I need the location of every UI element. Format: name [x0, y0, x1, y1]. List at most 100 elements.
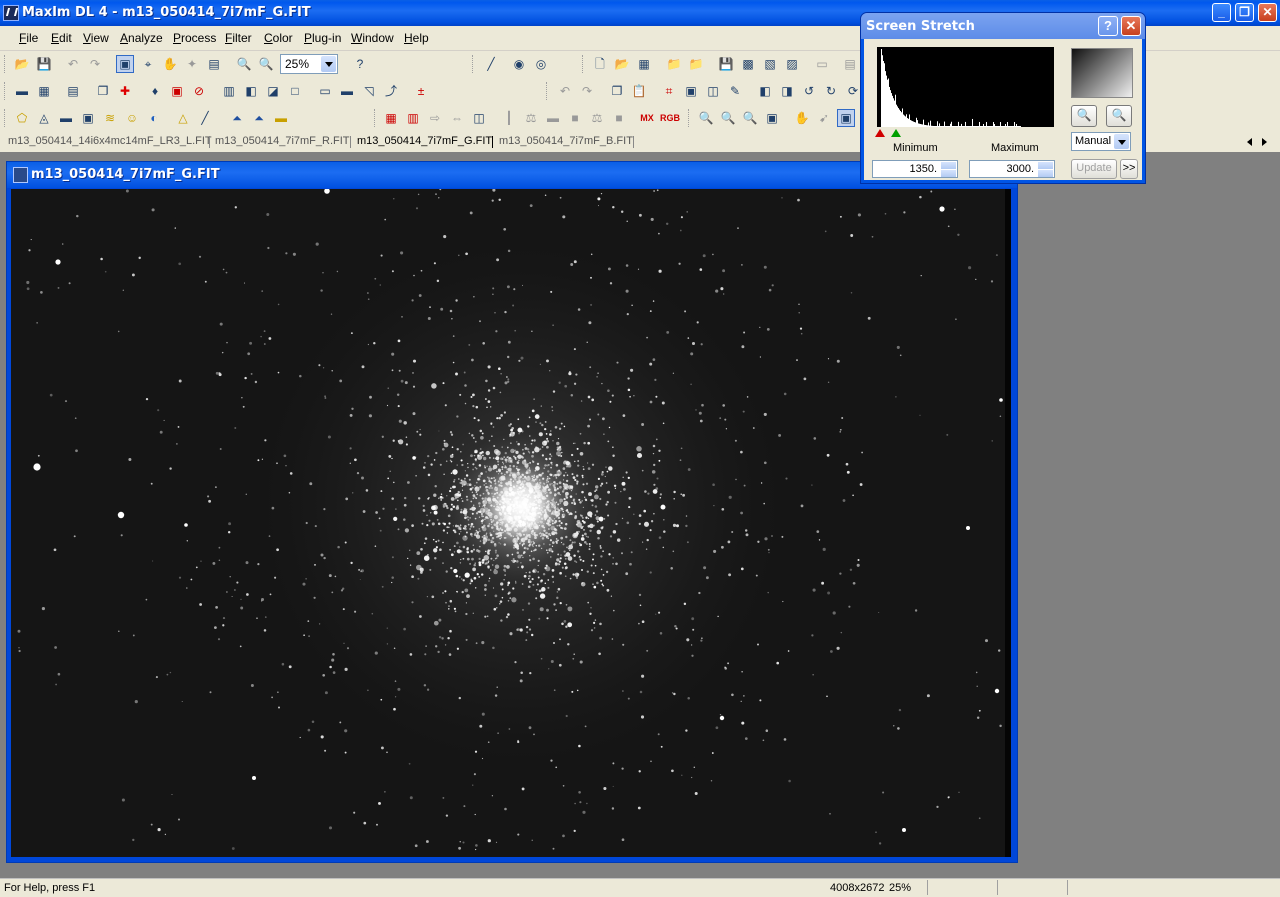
no-entry-icon[interactable]: ⊘ — [190, 82, 208, 100]
screen-stretch-icon[interactable]: ▣ — [116, 55, 134, 73]
open-recent-icon[interactable]: 📁 — [665, 55, 683, 73]
triangle-tool-icon[interactable]: △ — [174, 109, 192, 127]
block-alt-icon[interactable]: ■ — [610, 109, 628, 127]
zoom-icon[interactable]: 🔍 — [697, 109, 715, 127]
open-batch-icon[interactable]: 📁 — [687, 55, 705, 73]
wand-icon[interactable]: ╱ — [482, 55, 500, 73]
globe-icon[interactable]: ◐ — [145, 109, 163, 127]
tape-icon[interactable]: ▬ — [57, 109, 75, 127]
redo-alt-icon[interactable]: ↷ — [578, 82, 596, 100]
screen-stretch-dialog[interactable]: Screen Stretch ? ✕ 🔍 🔍 Minimum Maximum 1… — [860, 12, 1146, 184]
app-logo-icon[interactable] — [3, 5, 19, 21]
context-help-icon[interactable]: ? — [351, 55, 369, 73]
export-icon[interactable]: ▨ — [783, 55, 801, 73]
toolbar-grip[interactable] — [582, 55, 586, 73]
copy-icon[interactable]: ❐ — [608, 82, 626, 100]
menu-filter[interactable]: Filter — [225, 31, 252, 45]
mx-button[interactable]: MX — [636, 109, 658, 127]
histogram-zoom-out-button[interactable]: 🔍 — [1106, 105, 1132, 127]
curve-icon[interactable]: ◹ — [360, 82, 378, 100]
zoom-minus-icon[interactable]: 🔍 — [741, 109, 759, 127]
scale-icon[interactable]: ⚖ — [588, 109, 606, 127]
split-icon[interactable]: ◫ — [470, 109, 488, 127]
brush-icon[interactable]: ♦ — [146, 82, 164, 100]
menu-help[interactable]: Help — [404, 31, 429, 45]
arrow-right-box-icon[interactable]: ⇨ — [426, 109, 444, 127]
plus-minus-icon[interactable]: ± — [412, 82, 430, 100]
flip-vertical-icon[interactable]: ◨ — [778, 82, 796, 100]
half-circle-icon[interactable]: ◬ — [35, 109, 53, 127]
open-file-icon[interactable]: 📂 — [613, 55, 631, 73]
ruler-icon[interactable]: ▬ — [13, 82, 31, 100]
toolbar-grip[interactable] — [374, 109, 378, 127]
open-folder-icon[interactable]: 📂 — [13, 55, 31, 73]
chevron-down-icon[interactable] — [321, 56, 336, 72]
stack-icon[interactable]: ≋ — [101, 109, 119, 127]
crosshair-icon[interactable]: ⌖ — [139, 55, 157, 73]
maximum-spinner[interactable]: 3000. — [969, 160, 1055, 178]
screen-stretch-title-bar[interactable]: Screen Stretch ? ✕ — [861, 13, 1145, 39]
chevron-down-icon[interactable] — [1114, 134, 1129, 149]
histogram-display[interactable] — [877, 47, 1054, 127]
pen-icon[interactable]: ╱ — [196, 109, 214, 127]
layers-icon[interactable]: ◧ — [242, 82, 260, 100]
paste-icon[interactable]: 📋 — [630, 82, 648, 100]
target-box-icon[interactable]: ▣ — [168, 82, 186, 100]
new-file-icon[interactable]: 🗋 — [591, 55, 609, 73]
toolbar-grip[interactable] — [546, 82, 550, 100]
spin-down-icon[interactable] — [1038, 170, 1053, 177]
undo-icon[interactable]: ↶ — [64, 55, 82, 73]
balance-icon[interactable]: ⚖ — [522, 109, 540, 127]
arrow-both-box-icon[interactable]: ⇔ — [448, 109, 466, 127]
copy-doc-icon[interactable]: ❐ — [94, 82, 112, 100]
resize-icon[interactable]: ◫ — [704, 82, 722, 100]
report-icon[interactable]: ▤ — [64, 82, 82, 100]
toolbar-grip[interactable] — [4, 109, 8, 127]
hand-icon[interactable]: ✋ — [793, 109, 811, 127]
redo-icon[interactable]: ↷ — [86, 55, 104, 73]
fit-window-icon[interactable]: ▣ — [763, 109, 781, 127]
print-preview-icon[interactable]: ▭ — [813, 55, 831, 73]
add-cross-icon[interactable]: ✚ — [116, 82, 134, 100]
menu-analyze[interactable]: Analyze — [120, 31, 163, 45]
tab-scroll-left-icon[interactable] — [1247, 138, 1252, 146]
telescope-icon[interactable]: ◎ — [532, 55, 550, 73]
level-icon[interactable]: ▬ — [272, 109, 290, 127]
zoom-plus-icon[interactable]: 🔍 — [719, 109, 737, 127]
undo-alt-icon[interactable]: ↶ — [556, 82, 574, 100]
ramp-icon[interactable]: ⏶ — [228, 109, 246, 127]
tool-icon[interactable]: ✦ — [183, 55, 201, 73]
menu-plugin[interactable]: Plug-in — [304, 31, 341, 45]
dialog-close-button[interactable]: ✕ — [1121, 16, 1141, 36]
minimum-marker-icon[interactable] — [875, 129, 885, 137]
edit-doc-icon[interactable]: ✎ — [726, 82, 744, 100]
expand-button[interactable]: >> — [1120, 159, 1138, 179]
align-icon[interactable]: ◪ — [264, 82, 282, 100]
bin-icon[interactable]: ▣ — [682, 82, 700, 100]
flip-horizontal-icon[interactable]: ◧ — [756, 82, 774, 100]
spin-up-icon[interactable] — [1038, 162, 1053, 169]
update-button[interactable]: Update — [1071, 159, 1117, 179]
stretch-mode-select[interactable]: Manual — [1071, 132, 1131, 151]
zoom-in-icon[interactable]: 🔍 — [235, 55, 253, 73]
tab-g[interactable]: m13_050414_7i7mF_G.FIT — [357, 135, 492, 147]
image-document-icon[interactable] — [13, 167, 28, 183]
browse-icon[interactable]: ▦ — [635, 55, 653, 73]
toolbar-grip[interactable] — [688, 109, 692, 127]
toolbar-grip[interactable] — [472, 55, 476, 73]
crop-icon[interactable]: ⌗ — [660, 82, 678, 100]
menu-view[interactable]: View — [83, 31, 109, 45]
square-select-icon[interactable]: □ — [286, 82, 304, 100]
menu-process[interactable]: Process — [173, 31, 216, 45]
bar-chart-icon[interactable]: ▥ — [220, 82, 238, 100]
toolbar-grip[interactable] — [4, 55, 8, 73]
menu-window[interactable]: Window — [351, 31, 394, 45]
menu-file[interactable]: File — [19, 31, 38, 45]
rectangle-icon[interactable]: ▭ — [316, 82, 334, 100]
color-grid-icon[interactable]: ▦ — [382, 109, 400, 127]
star-icon[interactable]: ⬠ — [13, 109, 31, 127]
hbar-icon[interactable]: ▬ — [544, 109, 562, 127]
minimize-button[interactable]: _ — [1212, 3, 1231, 22]
properties-icon[interactable]: ▤ — [205, 55, 223, 73]
zoom-out-icon[interactable]: 🔍 — [257, 55, 275, 73]
